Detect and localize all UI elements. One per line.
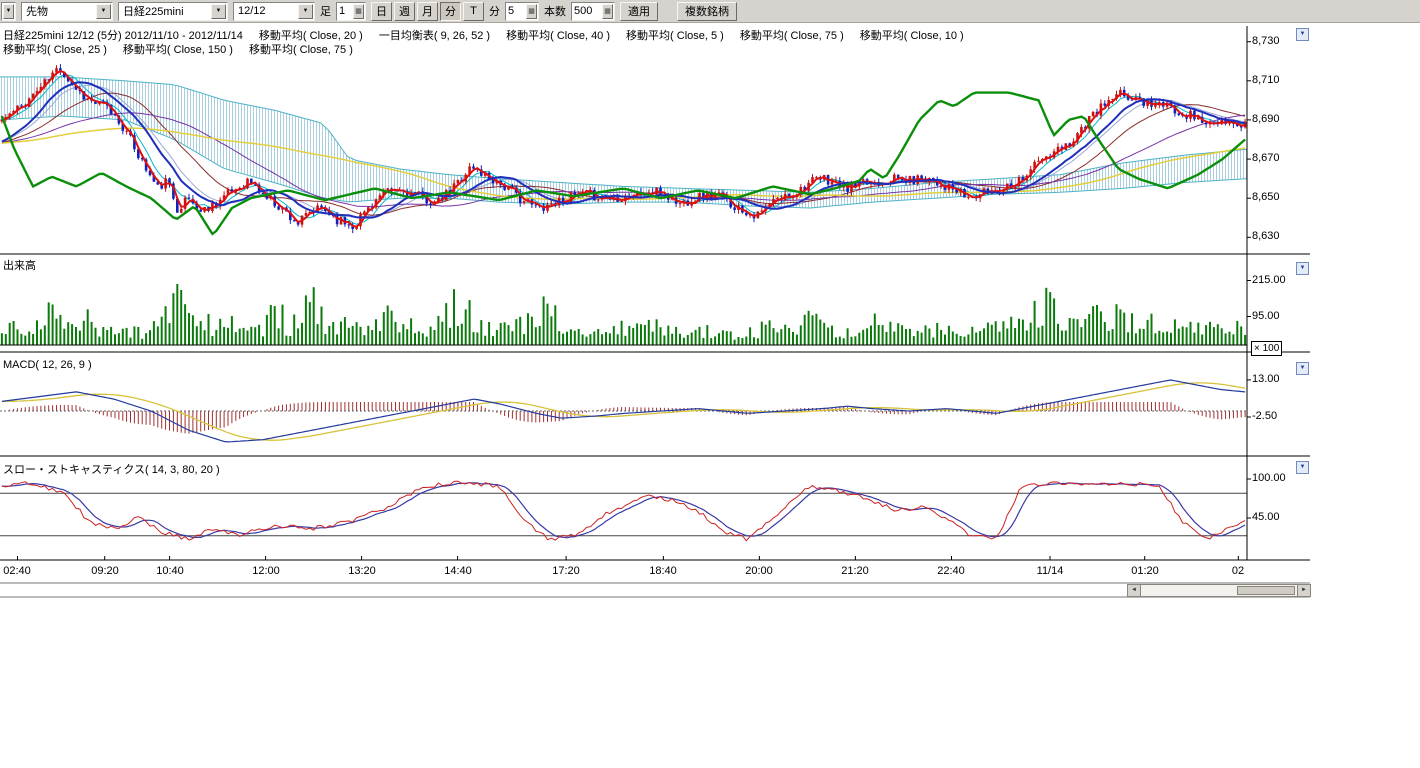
spin-icon[interactable]: ▦ — [526, 4, 537, 19]
price-axis-label: 8,670 — [1252, 152, 1280, 164]
volume-axis-label: 215.00 — [1252, 274, 1286, 286]
scrollbar-thumb[interactable] — [1237, 586, 1295, 595]
indicator-label: 移動平均( Close, 10 ) — [860, 27, 964, 43]
pane-scroll-down-button[interactable]: ▼ — [1296, 28, 1309, 41]
x-axis-label: 17:20 — [552, 565, 580, 577]
volume-multiplier-badge: × 100 — [1251, 341, 1282, 356]
x-axis-label: 02:40 — [3, 565, 31, 577]
scroll-right-button[interactable]: ► — [1297, 584, 1311, 597]
interval-input-field[interactable] — [337, 5, 353, 17]
indicator-label: 移動平均( Close, 150 ) — [123, 41, 233, 57]
scrollbar-track[interactable] — [1141, 584, 1297, 597]
bars-input-field[interactable] — [572, 5, 602, 17]
apply-button[interactable]: 適用 — [620, 2, 658, 21]
date-select-value: 12/12 — [234, 5, 297, 17]
volume-axis-label: 95.00 — [1252, 310, 1280, 322]
macd-pane-label: MACD( 12, 26, 9 ) — [3, 359, 92, 371]
ashi-label: 足 — [320, 3, 331, 19]
date-select[interactable]: 12/12 ▼ — [233, 2, 315, 21]
x-axis-label: 22:40 — [937, 565, 965, 577]
x-axis-label: 21:20 — [841, 565, 869, 577]
scroll-left-button[interactable]: ◄ — [1127, 584, 1141, 597]
indicator-label: 移動平均( Close, 5 ) — [626, 27, 724, 43]
spin-icon[interactable]: ▦ — [353, 4, 364, 19]
bars-input[interactable]: ▦ — [571, 2, 615, 21]
symbol-select-value: 日経225mini — [119, 3, 210, 19]
x-axis-label: 20:00 — [745, 565, 773, 577]
chevron-down-icon[interactable]: ▼ — [298, 4, 313, 19]
market-select-value: 先物 — [22, 3, 95, 19]
multi-symbol-button[interactable]: 複数銘柄 — [677, 2, 737, 21]
minute-input[interactable]: ▦ — [505, 2, 539, 21]
stoch-axis-label: 45.00 — [1252, 511, 1280, 523]
x-axis-label: 10:40 — [156, 565, 184, 577]
chart-area: 日経225mini 12/12 (5分) 2012/11/10 - 2012/1… — [0, 0, 1420, 768]
x-axis-label: 13:20 — [348, 565, 376, 577]
chart-canvas[interactable] — [0, 0, 1420, 768]
toolbar: ▼ 先物 ▼ 日経225mini ▼ 12/12 ▼ 足 ▦ 日週月分T 分 ▦… — [0, 0, 1420, 23]
macd-axis-label: 13.00 — [1252, 373, 1280, 385]
x-axis-label: 11/14 — [1037, 565, 1064, 577]
pane-scroll-down-button[interactable]: ▼ — [1296, 461, 1309, 474]
chart-title-row-2: 移動平均( Close, 25 ) 移動平均( Close, 150 ) 移動平均(… — [3, 41, 353, 57]
x-axis-label: 14:40 — [444, 565, 472, 577]
indicator-label: 移動平均( Close, 75 ) — [249, 41, 353, 57]
interval-input[interactable]: ▦ — [336, 2, 366, 21]
bars-label: 本数 — [544, 3, 566, 19]
stoch-axis-label: 100.00 — [1252, 472, 1286, 484]
volume-pane-label: 出来高 — [3, 257, 36, 273]
period-button-group: 日週月分T — [371, 2, 484, 21]
indicator-label: 移動平均( Close, 25 ) — [3, 41, 107, 57]
x-axis-label: 01:20 — [1131, 565, 1159, 577]
price-axis-label: 8,650 — [1252, 191, 1280, 203]
period-button-2[interactable]: 月 — [417, 2, 438, 21]
x-axis-label: 02 — [1232, 565, 1244, 577]
mini-dropdown[interactable]: ▼ — [1, 2, 16, 21]
h-scrollbar[interactable]: ◄ ► — [1127, 584, 1311, 597]
indicator-label: 一目均衡表( 9, 26, 52 ) — [379, 27, 490, 43]
chevron-down-icon[interactable]: ▼ — [96, 4, 111, 19]
pane-scroll-down-button[interactable]: ▼ — [1296, 362, 1309, 375]
minute-input-field[interactable] — [506, 5, 526, 17]
minute-label: 分 — [489, 3, 500, 19]
market-select[interactable]: 先物 ▼ — [21, 2, 113, 21]
indicator-label: 移動平均( Close, 75 ) — [740, 27, 844, 43]
period-button-0[interactable]: 日 — [371, 2, 392, 21]
period-button-3[interactable]: 分 — [440, 2, 461, 21]
chevron-down-icon[interactable]: ▼ — [3, 4, 14, 19]
x-axis-label: 12:00 — [252, 565, 280, 577]
price-axis-label: 8,710 — [1252, 74, 1280, 86]
stochastics-pane-label: スロー・ストキャスティクス( 14, 3, 80, 20 ) — [3, 461, 220, 477]
price-axis-label: 8,690 — [1252, 113, 1280, 125]
symbol-select[interactable]: 日経225mini ▼ — [118, 2, 228, 21]
chevron-down-icon[interactable]: ▼ — [211, 4, 226, 19]
period-button-1[interactable]: 週 — [394, 2, 415, 21]
macd-axis-label: -2.50 — [1252, 410, 1277, 422]
x-axis-label: 09:20 — [91, 565, 119, 577]
spin-icon[interactable]: ▦ — [602, 4, 613, 19]
period-button-4[interactable]: T — [463, 2, 484, 21]
x-axis-label: 18:40 — [649, 565, 677, 577]
price-axis-label: 8,730 — [1252, 35, 1280, 47]
pane-scroll-down-button[interactable]: ▼ — [1296, 262, 1309, 275]
price-axis-label: 8,630 — [1252, 230, 1280, 242]
indicator-label: 移動平均( Close, 40 ) — [506, 27, 610, 43]
